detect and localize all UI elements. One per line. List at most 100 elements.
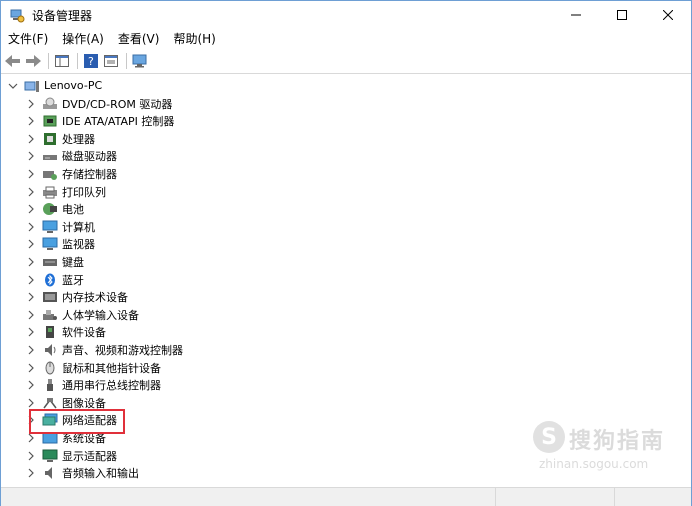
tree-category-node[interactable]: 软件设备	[25, 324, 106, 341]
toolbar-divider	[1, 73, 691, 74]
close-button[interactable]	[645, 1, 691, 29]
show-hide-console-tree-button[interactable]	[53, 52, 71, 70]
tree-category-node[interactable]: 电池	[25, 201, 84, 218]
computer-pc-icon	[24, 79, 40, 93]
category-label: DVD/CD-ROM 驱动器	[62, 97, 173, 111]
display-adapter-icon	[42, 449, 58, 463]
chevron-right-icon[interactable]	[25, 203, 37, 215]
tree-category-node[interactable]: 计算机	[25, 218, 95, 235]
chevron-right-icon[interactable]	[25, 238, 37, 250]
tree-category-node[interactable]: IDE ATA/ATAPI 控制器	[25, 113, 174, 130]
chevron-right-icon[interactable]	[25, 150, 37, 162]
memory-icon	[42, 290, 58, 304]
tree-category-node[interactable]: 存储控制器	[25, 165, 117, 182]
minimize-button[interactable]	[553, 1, 599, 29]
chevron-right-icon[interactable]	[25, 186, 37, 198]
category-label: 键盘	[62, 255, 84, 269]
toolbar-separator	[77, 53, 78, 69]
menu-view[interactable]: 查看(V)	[111, 29, 167, 49]
tree-category-node[interactable]: 处理器	[25, 130, 95, 147]
forward-arrow-icon	[26, 55, 41, 67]
tree-category-node[interactable]: 打印队列	[25, 183, 106, 200]
tree-category-node[interactable]: 显示适配器	[25, 447, 117, 464]
chevron-right-icon[interactable]	[25, 168, 37, 180]
scan-hardware-icon	[132, 54, 147, 68]
computer-icon	[42, 220, 58, 234]
tree-category-node[interactable]: DVD/CD-ROM 驱动器	[25, 95, 172, 112]
tree-category-node[interactable]: 音频输入和输出	[25, 465, 139, 482]
tree-category-node[interactable]: 键盘	[25, 253, 84, 270]
status-bar	[1, 487, 691, 506]
minimize-icon	[571, 14, 581, 16]
category-label: 音频输入和输出	[62, 467, 139, 481]
properties-icon	[104, 55, 118, 67]
disk-drive-icon	[42, 149, 58, 163]
device-manager-app-icon	[9, 7, 25, 23]
tree-category-node[interactable]: 人体学输入设备	[25, 306, 139, 323]
monitor-icon	[42, 237, 58, 251]
bluetooth-icon	[42, 273, 58, 287]
forward-button[interactable]	[24, 52, 42, 70]
tree-category-node[interactable]: 磁盘驱动器	[25, 148, 117, 165]
help-button[interactable]: ?	[82, 52, 100, 70]
keyboard-icon	[42, 255, 58, 269]
category-label: 软件设备	[62, 326, 106, 340]
menu-action[interactable]: 操作(A)	[55, 29, 111, 49]
tree-category-node[interactable]: 蓝牙	[25, 271, 84, 288]
tree-category-node[interactable]: 鼠标和其他指针设备	[25, 359, 161, 376]
mouse-icon	[42, 361, 58, 375]
category-label: 磁盘驱动器	[62, 150, 117, 164]
tree-category-node[interactable]: 通用串行总线控制器	[25, 377, 161, 394]
chevron-right-icon[interactable]	[25, 379, 37, 391]
chevron-right-icon[interactable]	[25, 467, 37, 479]
menu-file[interactable]: 文件(F)	[1, 29, 55, 49]
device-manager-window: 设备管理器 文件(F) 操作(A) 查看(V) 帮助(H) ? Lenovo-P…	[0, 0, 692, 506]
category-label: 计算机	[62, 220, 95, 234]
properties-button[interactable]	[102, 52, 120, 70]
category-label: 鼠标和其他指针设备	[62, 361, 161, 375]
chevron-right-icon[interactable]	[25, 98, 37, 110]
chevron-right-icon[interactable]	[25, 450, 37, 462]
chevron-down-icon[interactable]	[7, 80, 19, 92]
chevron-right-icon[interactable]	[25, 397, 37, 409]
tree-category-node[interactable]: 监视器	[25, 236, 95, 253]
ide-controller-icon	[42, 114, 58, 128]
camera-icon	[42, 396, 58, 410]
menu-help[interactable]: 帮助(H)	[166, 29, 222, 49]
chevron-right-icon[interactable]	[25, 133, 37, 145]
category-label: 蓝牙	[62, 273, 84, 287]
chevron-right-icon[interactable]	[25, 221, 37, 233]
help-icon: ?	[84, 54, 98, 68]
chevron-right-icon[interactable]	[25, 326, 37, 338]
watermark-brand: 搜狗指南	[569, 429, 666, 454]
maximize-button[interactable]	[599, 1, 645, 29]
chevron-right-icon[interactable]	[25, 256, 37, 268]
title-bar[interactable]: 设备管理器	[1, 1, 691, 29]
chevron-right-icon[interactable]	[25, 291, 37, 303]
chevron-right-icon[interactable]	[25, 344, 37, 356]
scan-hardware-button[interactable]	[131, 52, 149, 70]
category-label: 存储控制器	[62, 167, 117, 181]
sogou-logo-icon: S	[533, 421, 565, 453]
chevron-right-icon[interactable]	[25, 115, 37, 127]
watermark: S 搜狗指南 zhinan.sogou.com	[533, 421, 683, 481]
tree-category-node[interactable]: 声音、视频和游戏控制器	[25, 341, 183, 358]
category-label: 声音、视频和游戏控制器	[62, 343, 183, 357]
category-label: 通用串行总线控制器	[62, 379, 161, 393]
category-label: 人体学输入设备	[62, 308, 139, 322]
highlight-box-network-adapter	[29, 409, 125, 434]
category-label: 内存技术设备	[62, 291, 128, 305]
back-button[interactable]	[4, 52, 22, 70]
chevron-right-icon[interactable]	[25, 362, 37, 374]
processor-icon	[42, 132, 58, 146]
category-label: 打印队列	[62, 185, 106, 199]
tree-category-node[interactable]: 内存技术设备	[25, 289, 128, 306]
status-segment	[496, 488, 615, 506]
menu-bar: 文件(F) 操作(A) 查看(V) 帮助(H)	[1, 29, 691, 49]
audio-io-icon	[42, 466, 58, 480]
tree-root-node[interactable]: Lenovo-PC	[7, 77, 102, 94]
toolbar-separator	[48, 53, 49, 69]
chevron-right-icon[interactable]	[25, 309, 37, 321]
chevron-right-icon[interactable]	[25, 274, 37, 286]
root-label: Lenovo-PC	[44, 79, 103, 92]
